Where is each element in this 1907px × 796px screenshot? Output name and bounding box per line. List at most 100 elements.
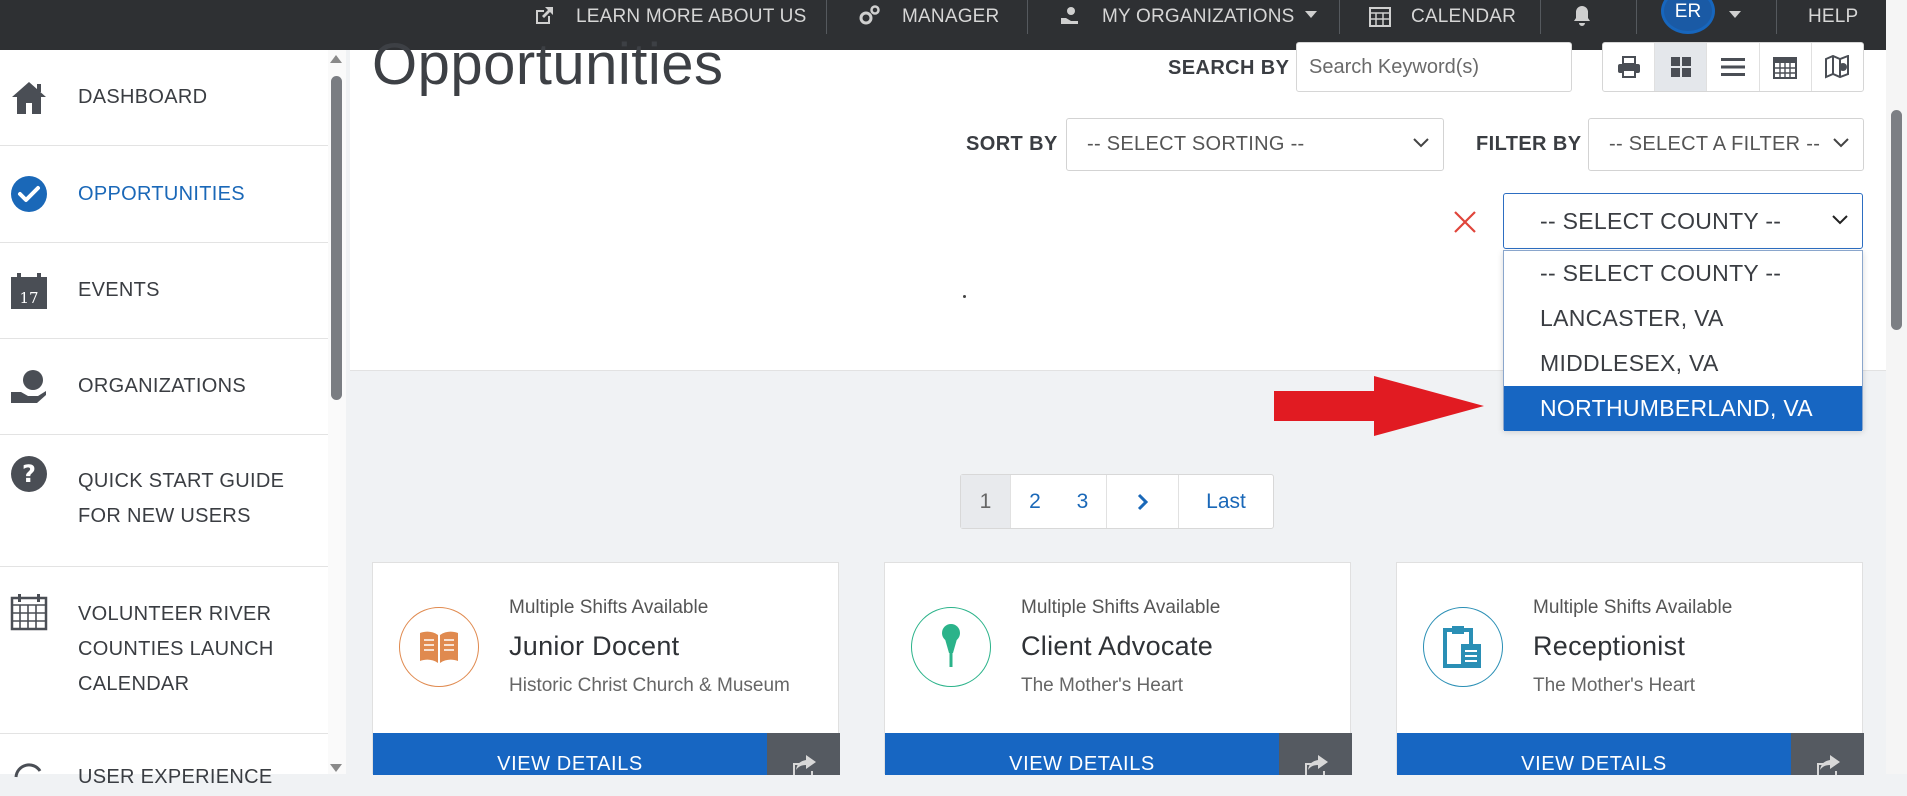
share-icon — [1304, 755, 1328, 775]
page-scrollbar-thumb[interactable] — [1891, 110, 1902, 330]
card-title[interactable]: Client Advocate — [1021, 631, 1213, 662]
sidebar-scrollbar-thumb[interactable] — [331, 76, 342, 400]
sidebar-item-dashboard[interactable]: DASHBOARD — [0, 50, 328, 146]
nav-divider — [1027, 0, 1028, 34]
filter-select[interactable]: -- SELECT A FILTER -- — [1588, 118, 1864, 171]
card-title[interactable]: Receptionist — [1533, 631, 1685, 662]
sidebar-item-organizations[interactable]: ORGANIZATIONS — [0, 339, 328, 435]
sidebar-item-label: VOLUNTEER RIVER COUNTIES LAUNCH CALENDAR — [78, 603, 274, 695]
share-icon — [1816, 755, 1840, 775]
hand-globe-icon — [10, 368, 48, 406]
caret-down-icon — [1729, 11, 1741, 18]
pagination: 1 2 3 Last — [960, 474, 1274, 529]
card-shifts-text: Multiple Shifts Available — [509, 597, 709, 618]
clear-county-button[interactable] — [1453, 210, 1477, 239]
sidebar-item-launch-calendar[interactable]: VOLUNTEER RIVER COUNTIES LAUNCH CALENDAR — [0, 567, 328, 734]
nav-divider — [1776, 0, 1777, 34]
nav-divider — [1540, 0, 1541, 34]
book-icon — [399, 607, 479, 687]
filter-by-label: FILTER BY — [1476, 133, 1582, 155]
sidebar-item-label: QUICK START GUIDE FOR NEW USERS — [78, 470, 285, 527]
calendar-view-button[interactable] — [1760, 43, 1812, 91]
calendar-grid-icon — [10, 593, 48, 631]
filter-select-value: -- SELECT A FILTER -- — [1609, 133, 1821, 155]
search-by-label: SEARCH BY — [1168, 57, 1290, 79]
sidebar-item-label: USER EXPERIENCE — [78, 766, 273, 788]
card-organization[interactable]: The Mother's Heart — [1533, 675, 1853, 697]
calendar-icon — [1369, 7, 1391, 27]
calendar-label: CALENDAR — [1411, 6, 1517, 27]
card-shifts-text: Multiple Shifts Available — [1021, 597, 1221, 618]
bell-icon — [1574, 6, 1590, 26]
sidebar-item-opportunities[interactable]: OPPORTUNITIES — [0, 146, 328, 243]
chevron-down-icon — [1832, 215, 1848, 225]
sidebar-item-user-experience[interactable]: USER EXPERIENCE — [0, 734, 328, 794]
map-view-button[interactable] — [1812, 43, 1863, 91]
my-organizations-menu[interactable]: MY ORGANIZATIONS — [1058, 0, 1337, 50]
county-option-highlighted[interactable]: NORTHUMBERLAND, VA — [1504, 386, 1862, 431]
sidebar-item-quick-start-guide[interactable]: ? QUICK START GUIDE FOR NEW USERS — [0, 435, 328, 567]
sidebar-item-label: ORGANIZATIONS — [78, 375, 246, 397]
calendar-17-icon: 17 — [10, 272, 48, 310]
card-title[interactable]: Junior Docent — [509, 631, 680, 662]
card-organization[interactable]: Historic Christ Church & Museum — [509, 675, 829, 697]
scroll-down-arrow-icon[interactable] — [330, 764, 342, 772]
grid-view-button[interactable] — [1655, 43, 1708, 91]
check-circle-icon — [10, 175, 48, 213]
list-view-icon — [1721, 58, 1745, 76]
sort-select[interactable]: -- SELECT SORTING -- — [1066, 118, 1444, 171]
page-link-current[interactable]: 1 — [961, 475, 1011, 528]
red-arrow-annotation — [1274, 376, 1484, 436]
county-dropdown-list: -- SELECT COUNTY -- LANCASTER, VA MIDDLE… — [1503, 250, 1863, 431]
print-button[interactable] — [1603, 43, 1656, 91]
home-icon — [10, 79, 48, 117]
view-details-button[interactable]: VIEW DETAILS — [373, 733, 767, 775]
manager-link[interactable]: MANAGER — [858, 0, 999, 50]
search-input[interactable] — [1296, 42, 1572, 92]
clipboard-icon — [1423, 607, 1503, 687]
scroll-up-arrow-icon[interactable] — [330, 55, 342, 63]
manager-label: MANAGER — [902, 6, 1000, 27]
print-icon — [1617, 56, 1640, 78]
avatar-initials: ER — [1674, 1, 1702, 22]
gears-icon — [859, 5, 880, 25]
card-shifts-text: Multiple Shifts Available — [1533, 597, 1733, 618]
page-title: Opportunities — [372, 32, 724, 97]
close-icon — [1454, 211, 1476, 233]
chevron-right-icon — [1137, 493, 1148, 510]
user-avatar[interactable]: ER — [1661, 0, 1715, 34]
chevron-down-icon — [1833, 138, 1849, 148]
share-button[interactable] — [767, 733, 840, 775]
page-link[interactable]: 3 — [1059, 475, 1107, 528]
page-link[interactable]: 2 — [1011, 475, 1059, 528]
share-button[interactable] — [1279, 733, 1352, 775]
view-details-button[interactable]: VIEW DETAILS — [885, 733, 1279, 775]
next-page-button[interactable] — [1107, 475, 1179, 528]
sidebar-item-events[interactable]: 17 EVENTS — [0, 243, 328, 339]
sidebar-item-label: EVENTS — [78, 279, 160, 301]
view-details-button[interactable]: VIEW DETAILS — [1397, 733, 1791, 775]
opportunity-card[interactable]: Multiple Shifts Available Client Advocat… — [884, 562, 1352, 775]
external-link-icon — [536, 7, 553, 24]
hand-heart-icon — [1061, 7, 1078, 24]
county-option[interactable]: -- SELECT COUNTY -- — [1504, 251, 1862, 296]
sort-select-value: -- SELECT SORTING -- — [1087, 133, 1305, 155]
county-select[interactable]: -- SELECT COUNTY -- — [1503, 193, 1863, 249]
sort-by-label: SORT BY — [966, 133, 1058, 155]
list-view-button[interactable] — [1707, 43, 1760, 91]
county-option[interactable]: MIDDLESEX, VA — [1504, 341, 1862, 386]
question-circle-icon: ? — [10, 455, 48, 493]
county-option[interactable]: LANCASTER, VA — [1504, 296, 1862, 341]
help-label: HELP — [1808, 6, 1859, 27]
svg-text:17: 17 — [19, 289, 38, 307]
card-organization[interactable]: The Mother's Heart — [1021, 675, 1341, 697]
map-view-icon — [1825, 55, 1850, 79]
opportunity-card[interactable]: Multiple Shifts Available Receptionist T… — [1396, 562, 1864, 775]
opportunity-card[interactable]: Multiple Shifts Available Junior Docent … — [372, 562, 840, 775]
chevron-down-icon — [1413, 138, 1429, 148]
nav-divider — [1636, 0, 1637, 34]
share-button[interactable] — [1791, 733, 1864, 775]
last-page-link[interactable]: Last — [1179, 475, 1273, 528]
grid-view-icon — [1670, 57, 1691, 77]
sidebar-item-label: DASHBOARD — [78, 86, 208, 108]
